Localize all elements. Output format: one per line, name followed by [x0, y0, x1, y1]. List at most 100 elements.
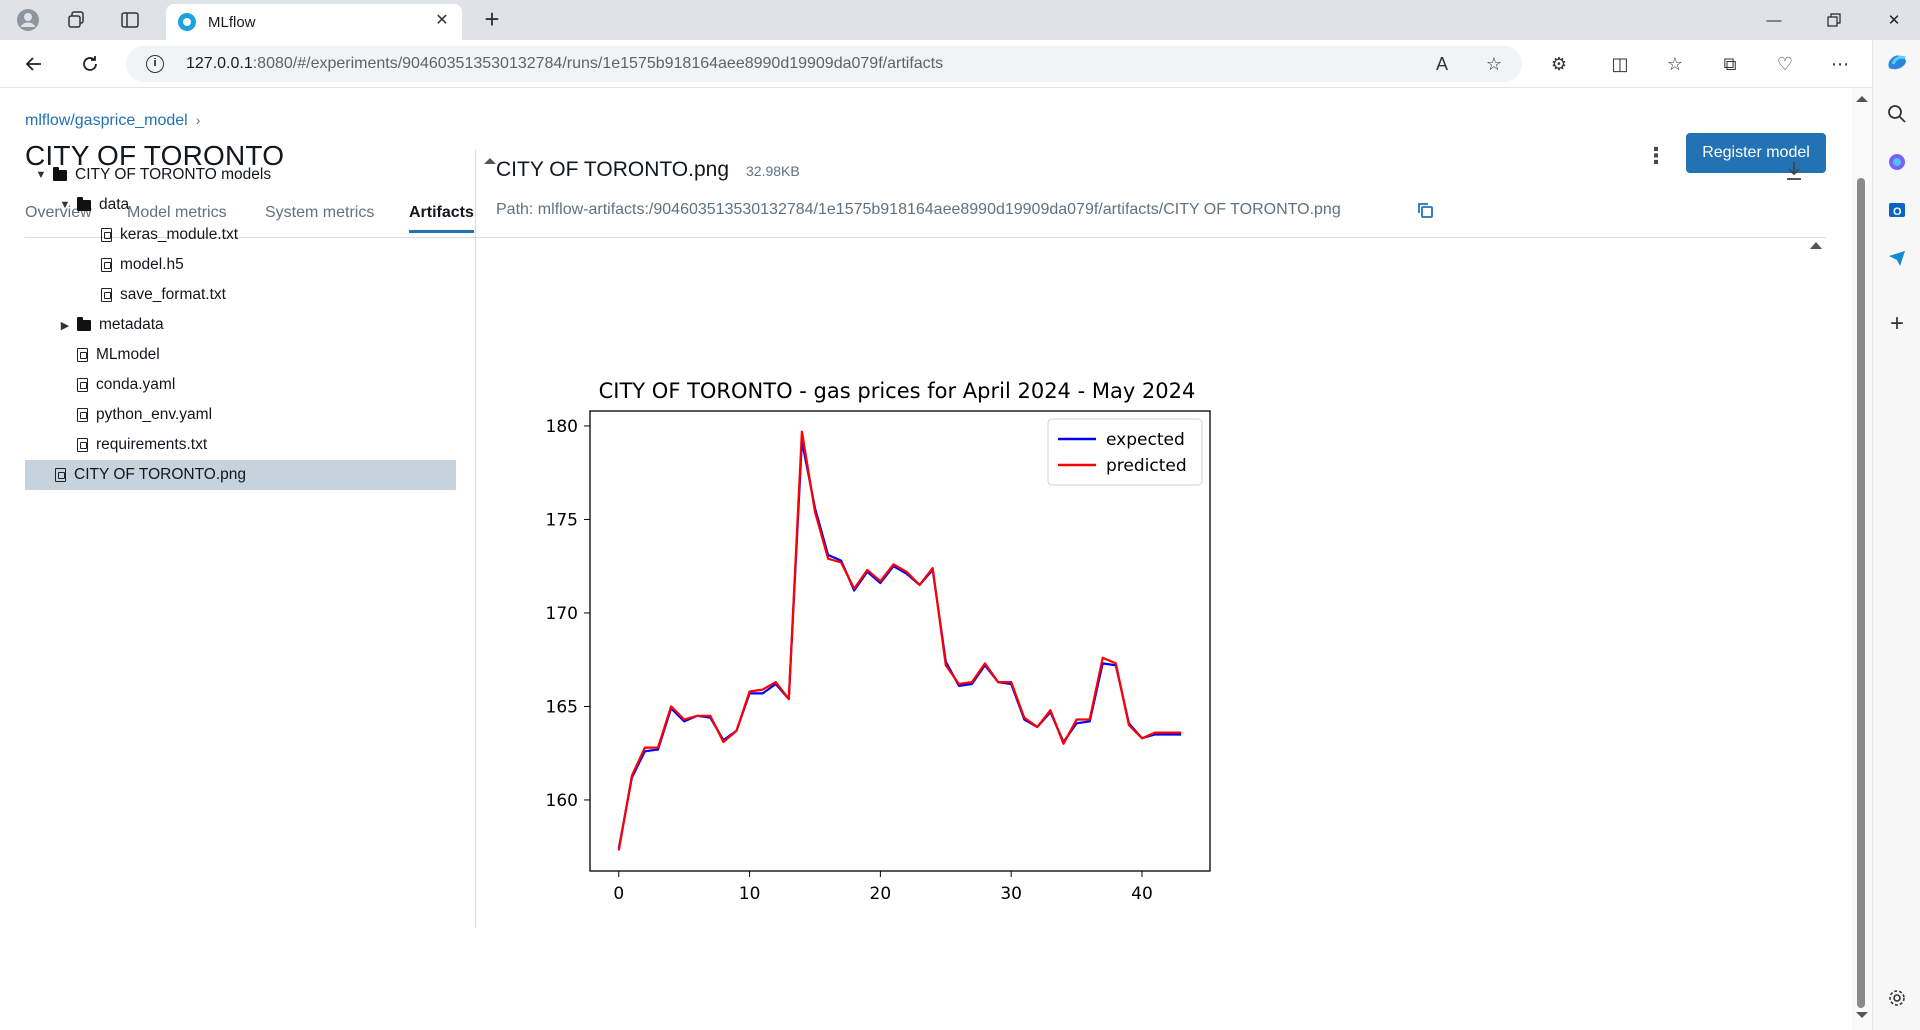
- svg-text:O: O: [1893, 206, 1902, 218]
- tree-label: data: [99, 196, 130, 213]
- breadcrumb-chevron-icon: ›: [195, 112, 201, 128]
- tree-label: keras_module.txt: [120, 226, 239, 243]
- site-info-icon[interactable]: i: [146, 55, 164, 73]
- browser-toolbar: i 127.0.0.1:8080/#/experiments/904603513…: [0, 40, 1920, 88]
- tree-label: metadata: [99, 316, 164, 333]
- extensions-icon[interactable]: ⚙: [1547, 52, 1571, 76]
- y-tick-label: 160: [546, 791, 578, 811]
- url-path: :8080/#/experiments/904603513530132784/r…: [252, 55, 944, 72]
- tree-label: MLmodel: [96, 346, 160, 363]
- scroll-down-arrow-icon[interactable]: [1856, 1012, 1868, 1018]
- tree-file-python-env[interactable]: python_env.yaml: [57, 400, 212, 430]
- preview-scroll-up-icon[interactable]: [1810, 242, 1822, 249]
- text-file-icon: [101, 228, 112, 242]
- favorites-icon[interactable]: ☆: [1663, 52, 1687, 76]
- artifact-path: Path: mlflow-artifacts:/9046035135301327…: [496, 201, 1341, 218]
- tree-file-mlmodel[interactable]: MLmodel: [57, 340, 160, 370]
- chart-title: CITY OF TORONTO - gas prices for April 2…: [599, 379, 1196, 403]
- outlook-icon[interactable]: O: [1885, 200, 1909, 224]
- edge-sidebar: O +: [1872, 40, 1920, 1030]
- folder-icon: [53, 166, 67, 181]
- x-tick-label: 30: [1000, 884, 1022, 904]
- mlflow-favicon-icon: [178, 13, 196, 31]
- artifact-size: 32.98KB: [746, 163, 800, 179]
- browser-tab[interactable]: MLflow ✕: [166, 4, 462, 40]
- tree-label: requirements.txt: [96, 436, 208, 453]
- pane-divider[interactable]: [475, 150, 476, 928]
- tree-label: CITY OF TORONTO models: [75, 166, 272, 183]
- y-tick-label: 175: [546, 510, 578, 530]
- workspaces-icon[interactable]: [64, 8, 88, 32]
- tree-folder-metadata[interactable]: ▶ metadata: [57, 310, 164, 340]
- collections-icon[interactable]: ⧉: [1718, 52, 1742, 76]
- copilot-app-icon[interactable]: [1885, 152, 1909, 176]
- x-tick-label: 0: [613, 884, 624, 904]
- profile-icon[interactable]: [16, 8, 40, 32]
- code-file-icon: [77, 408, 88, 422]
- sidebar-settings-icon[interactable]: [1885, 988, 1909, 1012]
- y-tick-label: 170: [546, 604, 578, 624]
- new-tab-icon[interactable]: +: [478, 6, 506, 34]
- copilot-icon[interactable]: [1885, 50, 1909, 74]
- tree-file-conda[interactable]: conda.yaml: [57, 370, 175, 400]
- more-menu-icon[interactable]: ⋯: [1828, 52, 1852, 76]
- send-icon[interactable]: [1885, 248, 1909, 272]
- read-aloud-icon[interactable]: A: [1432, 54, 1452, 74]
- tree-file-requirements[interactable]: requirements.txt: [57, 430, 207, 460]
- file-icon: [101, 258, 112, 272]
- y-tick-label: 180: [546, 417, 578, 437]
- tab-close-icon[interactable]: ✕: [432, 11, 452, 31]
- tree-file-keras-module[interactable]: keras_module.txt: [81, 220, 238, 250]
- close-window-icon[interactable]: ✕: [1866, 0, 1920, 40]
- tab-actions-icon[interactable]: [118, 8, 142, 32]
- tree-folder-data[interactable]: ▼ data: [57, 190, 130, 220]
- file-icon: [77, 348, 88, 362]
- restore-icon[interactable]: [1806, 0, 1862, 40]
- refresh-icon[interactable]: [76, 50, 104, 78]
- text-file-icon: [101, 288, 112, 302]
- folder-icon: [77, 316, 91, 331]
- more-options-icon[interactable]: ⋮: [1644, 142, 1668, 170]
- split-screen-icon[interactable]: ◫: [1608, 52, 1632, 76]
- tree-folder-root[interactable]: ▼ CITY OF TORONTO models: [33, 160, 272, 190]
- scroll-up-arrow-icon[interactable]: [1856, 96, 1868, 102]
- browser-essentials-icon[interactable]: ♡: [1773, 52, 1797, 76]
- x-tick-label: 10: [739, 884, 761, 904]
- search-icon[interactable]: [1885, 104, 1909, 128]
- x-tick-label: 20: [870, 884, 892, 904]
- address-bar[interactable]: i 127.0.0.1:8080/#/experiments/904603513…: [126, 46, 1522, 82]
- back-icon[interactable]: [20, 50, 48, 78]
- add-sidebar-app-icon[interactable]: +: [1885, 312, 1909, 336]
- breadcrumb-experiment-link[interactable]: mlflow/gasprice_model: [25, 112, 188, 129]
- caret-down-icon[interactable]: ▼: [33, 169, 49, 181]
- gas-price-chart: CITY OF TORONTO - gas prices for April 2…: [546, 379, 1211, 904]
- x-tick-label: 40: [1131, 884, 1153, 904]
- tree-label: conda.yaml: [96, 376, 176, 393]
- url-host: 127.0.0.1: [186, 55, 253, 72]
- register-model-button[interactable]: Register model: [1686, 133, 1826, 173]
- folder-icon: [77, 196, 91, 211]
- download-icon[interactable]: [1784, 160, 1804, 182]
- caret-down-icon[interactable]: ▼: [57, 199, 73, 211]
- y-tick-label: 165: [546, 697, 578, 717]
- image-file-icon: [55, 468, 66, 482]
- minimize-icon[interactable]: —: [1746, 0, 1802, 40]
- tab-title: MLflow: [208, 14, 256, 31]
- caret-right-icon[interactable]: ▶: [57, 319, 73, 332]
- code-file-icon: [77, 378, 88, 392]
- artifact-tree: ▼ CITY OF TORONTO models ▼ data keras_modu…: [25, 150, 496, 928]
- artifact-name: CITY OF TORONTO.png: [496, 158, 730, 181]
- tree-scroll-up-icon[interactable]: [484, 158, 496, 164]
- scroll-thumb[interactable]: [1857, 178, 1865, 1008]
- browser-tab-bar: MLflow ✕ + — ✕: [0, 0, 1920, 40]
- tree-file-selected-png[interactable]: CITY OF TORONTO.png: [25, 460, 456, 490]
- tree-file-model-h5[interactable]: model.h5: [81, 250, 184, 280]
- page-scrollbar[interactable]: [1852, 88, 1872, 1030]
- copy-path-icon[interactable]: [1416, 201, 1434, 219]
- tree-label: save_format.txt: [120, 286, 226, 303]
- text-file-icon: [77, 438, 88, 452]
- tree-file-save-format[interactable]: save_format.txt: [81, 280, 226, 310]
- favorite-star-icon[interactable]: ☆: [1484, 54, 1504, 74]
- tree-label: CITY OF TORONTO.png: [74, 466, 246, 483]
- tree-label: python_env.yaml: [96, 406, 213, 423]
